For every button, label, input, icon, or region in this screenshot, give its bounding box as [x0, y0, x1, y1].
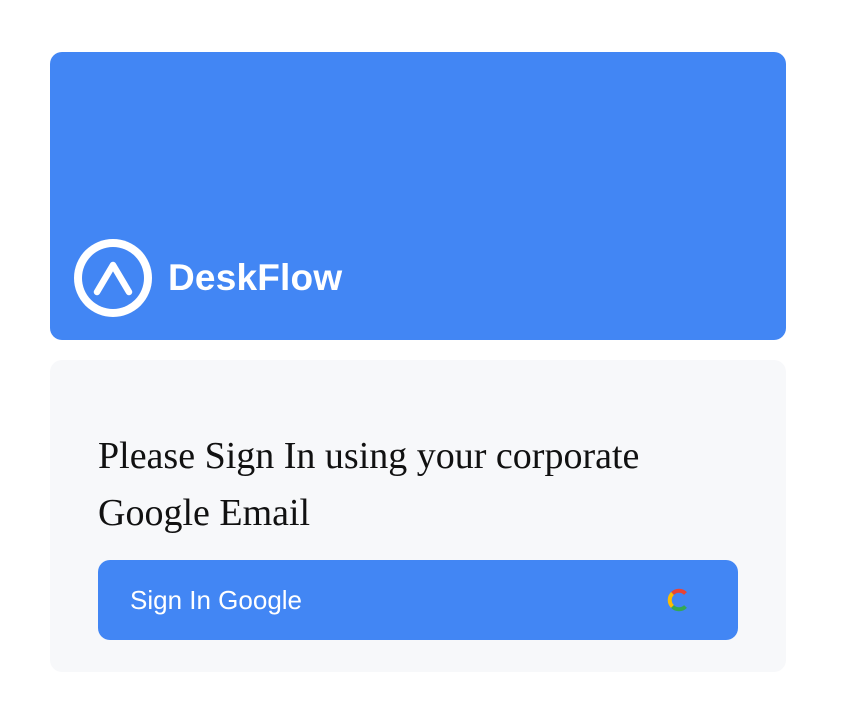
signin-message: Please Sign In using your corporate Goog…	[98, 435, 640, 534]
brand-name: DeskFlow	[168, 257, 343, 298]
google-icon	[667, 588, 687, 612]
google-signin-button-label: Sign In Google	[130, 585, 303, 615]
google-signin-button[interactable]: Sign In Google	[98, 560, 738, 640]
deskflow-logo-icon	[74, 239, 152, 317]
brand-header: DeskFlow	[50, 52, 786, 340]
signin-panel: Please Sign In using your corporate Goog…	[50, 360, 786, 672]
brand: DeskFlow	[74, 239, 342, 317]
